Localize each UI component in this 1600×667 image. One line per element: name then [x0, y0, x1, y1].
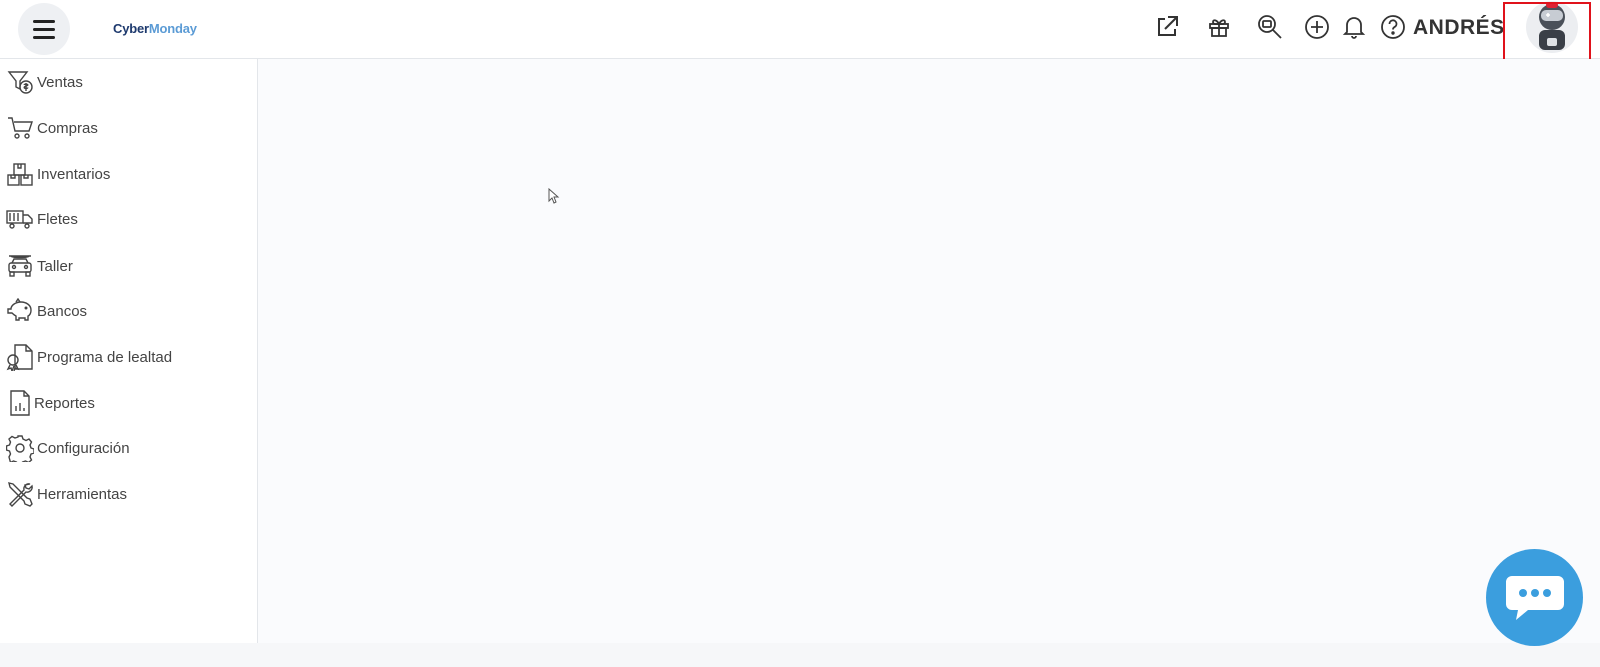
- shopping-cart-icon: [6, 114, 34, 142]
- add-circle-icon[interactable]: [1302, 12, 1332, 42]
- sidebar: Ventas Compras Inventarios Fletes Taller…: [0, 59, 258, 643]
- chat-bubble-icon: [1505, 575, 1564, 620]
- sidebar-item-inventarios[interactable]: Inventarios: [0, 154, 257, 194]
- car-icon: [6, 252, 34, 280]
- hamburger-icon: [33, 19, 55, 39]
- gear-icon: [6, 434, 34, 462]
- sidebar-item-fletes[interactable]: Fletes: [0, 199, 257, 239]
- sidebar-item-herramientas[interactable]: Herramientas: [0, 474, 257, 514]
- sidebar-item-bancos[interactable]: Bancos: [0, 291, 257, 331]
- sidebar-item-programa-de-lealtad[interactable]: Programa de lealtad: [0, 337, 257, 377]
- sidebar-item-taller[interactable]: Taller: [0, 246, 257, 286]
- boxes-icon: [6, 160, 34, 188]
- piggy-bank-icon: [6, 297, 34, 325]
- sidebar-item-compras[interactable]: Compras: [0, 108, 257, 148]
- app-logo[interactable]: CyberMonday: [113, 21, 197, 36]
- report-icon: [6, 389, 34, 417]
- sales-funnel-icon: [6, 68, 34, 96]
- sidebar-item-ventas[interactable]: Ventas: [0, 62, 257, 102]
- main-content-area: [258, 59, 1600, 643]
- external-link-icon[interactable]: [1152, 12, 1182, 42]
- sidebar-item-configuracion[interactable]: Configuración: [0, 428, 257, 468]
- loyalty-icon: [6, 343, 34, 371]
- truck-icon: [6, 205, 34, 233]
- bottom-strip: [0, 643, 1600, 667]
- mouse-cursor-icon: [548, 187, 560, 209]
- bell-icon[interactable]: [1339, 12, 1369, 42]
- help-icon[interactable]: [1378, 12, 1408, 42]
- gift-icon[interactable]: [1204, 12, 1234, 42]
- search-zoom-icon[interactable]: [1255, 12, 1285, 42]
- tools-icon: [6, 480, 34, 508]
- hamburger-menu-button[interactable]: [18, 3, 70, 55]
- sidebar-item-reportes[interactable]: Reportes: [0, 383, 257, 423]
- user-name[interactable]: ANDRÉS: [1413, 16, 1505, 40]
- top-bar: CyberMonday ANDRÉS: [0, 0, 1600, 59]
- chat-button[interactable]: [1486, 549, 1583, 646]
